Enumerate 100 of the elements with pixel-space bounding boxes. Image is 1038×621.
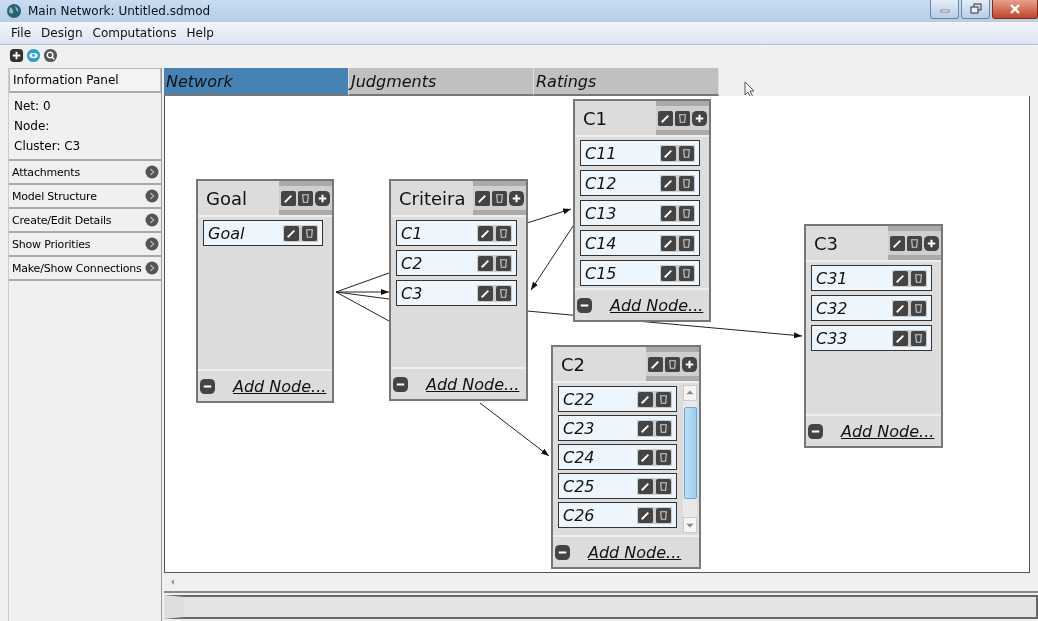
pencil-icon[interactable] — [893, 330, 908, 346]
pencil-icon[interactable] — [638, 420, 653, 436]
trash-icon[interactable] — [656, 449, 671, 465]
node-row[interactable]: C33 — [811, 325, 932, 351]
vertical-scrollbar[interactable] — [683, 385, 697, 533]
search-icon[interactable] — [43, 47, 58, 63]
scroll-up-icon[interactable] — [683, 385, 697, 401]
pencil-icon[interactable] — [478, 225, 493, 241]
trash-icon[interactable] — [679, 205, 694, 221]
add-node-link[interactable]: Add Node... — [426, 374, 520, 394]
trash-icon[interactable] — [911, 330, 926, 346]
minus-icon[interactable] — [808, 423, 823, 439]
close-button[interactable] — [992, 0, 1038, 19]
trash-icon[interactable] — [679, 175, 694, 191]
cluster-box[interactable]: C3 C31 C32 C33 Add Node... — [804, 224, 943, 448]
trash-icon[interactable] — [496, 285, 511, 301]
trash-icon[interactable] — [656, 507, 671, 523]
pencil-icon[interactable] — [893, 300, 908, 316]
node-name: C31 — [816, 268, 848, 288]
node-row[interactable]: C1 — [396, 220, 517, 246]
trash-icon[interactable] — [679, 235, 694, 251]
trash-icon[interactable] — [907, 235, 922, 251]
trash-icon[interactable] — [656, 478, 671, 494]
minimize-button[interactable] — [930, 0, 959, 19]
pencil-icon[interactable] — [893, 270, 908, 286]
menu-item[interactable]: Computations — [87, 26, 182, 40]
minus-icon[interactable] — [200, 378, 215, 394]
add-icon[interactable] — [9, 47, 24, 63]
menu-item[interactable]: Design — [36, 26, 88, 40]
node-row[interactable]: C26 — [558, 502, 677, 528]
pencil-icon[interactable] — [661, 205, 676, 221]
node-row[interactable]: Goal — [203, 220, 323, 246]
node-row[interactable]: C12 — [580, 170, 700, 196]
trash-icon[interactable] — [496, 225, 511, 241]
pencil-icon[interactable] — [478, 285, 493, 301]
cluster-box[interactable]: Goal Goal Add Node... — [196, 179, 334, 403]
pencil-icon[interactable] — [648, 356, 663, 372]
node-row[interactable]: C2 — [396, 250, 517, 276]
trash-icon[interactable] — [302, 225, 317, 241]
pencil-icon[interactable] — [658, 110, 673, 126]
plus-icon[interactable] — [924, 235, 939, 251]
minus-icon[interactable] — [393, 376, 408, 392]
tab[interactable]: Judgments — [349, 68, 534, 96]
menu-item[interactable]: File — [6, 26, 37, 40]
trash-icon[interactable] — [496, 255, 511, 271]
add-node-link[interactable]: Add Node... — [841, 421, 935, 441]
add-node-link[interactable]: Add Node... — [233, 376, 327, 396]
plus-icon[interactable] — [509, 190, 524, 206]
node-row[interactable]: C25 — [558, 473, 677, 499]
node-row[interactable]: C24 — [558, 444, 677, 470]
node-row[interactable]: C23 — [558, 415, 677, 441]
pencil-icon[interactable] — [661, 145, 676, 161]
pencil-icon[interactable] — [475, 190, 490, 206]
scroll-down-icon[interactable] — [683, 517, 697, 533]
trash-icon[interactable] — [911, 300, 926, 316]
scroll-thumb[interactable] — [683, 407, 697, 499]
node-row[interactable]: C31 — [811, 265, 932, 291]
trash-icon[interactable] — [656, 391, 671, 407]
tab[interactable]: Network — [164, 68, 349, 96]
trash-icon[interactable] — [911, 270, 926, 286]
pencil-icon[interactable] — [281, 190, 296, 206]
node-row[interactable]: C22 — [558, 386, 677, 412]
node-row[interactable]: C3 — [396, 280, 517, 306]
restore-button[interactable] — [961, 0, 990, 19]
trash-icon[interactable] — [298, 190, 313, 206]
pencil-icon[interactable] — [638, 507, 653, 523]
trash-icon[interactable] — [679, 265, 694, 281]
plus-icon[interactable] — [682, 356, 697, 372]
plus-icon[interactable] — [692, 110, 707, 126]
pencil-icon[interactable] — [638, 391, 653, 407]
node-name: C25 — [563, 476, 595, 496]
trash-icon[interactable] — [679, 145, 694, 161]
pencil-icon[interactable] — [478, 255, 493, 271]
pencil-icon[interactable] — [638, 478, 653, 494]
pencil-icon[interactable] — [890, 235, 905, 251]
node-row[interactable]: C13 — [580, 200, 700, 226]
cluster-box[interactable]: C1 C11 C12 C13 C14 C15 Add Node... — [573, 99, 711, 322]
pencil-icon[interactable] — [638, 449, 653, 465]
add-node-link[interactable]: Add Node... — [610, 295, 704, 315]
plus-icon[interactable] — [315, 190, 330, 206]
add-node-link[interactable]: Add Node... — [588, 542, 682, 562]
pencil-icon[interactable] — [284, 225, 299, 241]
pencil-icon[interactable] — [661, 265, 676, 281]
pencil-icon[interactable] — [661, 235, 676, 251]
trash-icon[interactable] — [492, 190, 507, 206]
trash-icon[interactable] — [665, 356, 680, 372]
node-row[interactable]: C15 — [580, 260, 700, 286]
minus-icon[interactable] — [555, 544, 570, 560]
node-row[interactable]: C14 — [580, 230, 700, 256]
trash-icon[interactable] — [656, 420, 671, 436]
node-row[interactable]: C11 — [580, 140, 700, 166]
trash-icon[interactable] — [675, 110, 690, 126]
node-row[interactable]: C32 — [811, 295, 932, 321]
tab[interactable]: Ratings — [534, 68, 719, 96]
node-name: C1 — [401, 223, 423, 243]
cluster-box[interactable]: Criteira C1 C2 C3 Add Node... — [389, 179, 528, 401]
cluster-box[interactable]: C2 C22 C23 C24 C25 C26 Add Node... — [551, 345, 701, 569]
menu-item[interactable]: Help — [181, 26, 219, 40]
pencil-icon[interactable] — [661, 175, 676, 191]
minus-icon[interactable] — [577, 297, 592, 313]
